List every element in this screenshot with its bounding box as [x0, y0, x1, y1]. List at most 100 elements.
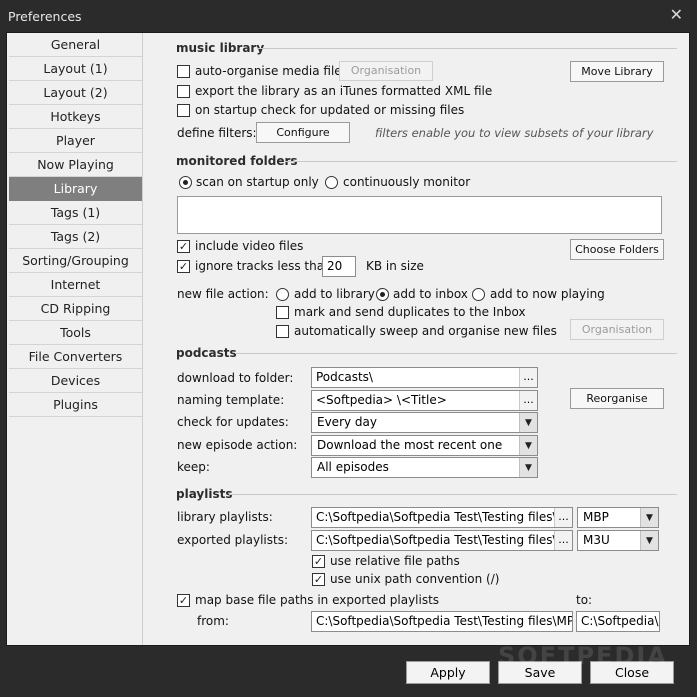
add-to-now-playing-label: add to now playing	[490, 287, 605, 301]
reorganise-button[interactable]: Reorganise	[570, 388, 664, 409]
include-video-checkbox[interactable]: ✓	[177, 240, 190, 253]
kb-in-size-label: KB in size	[366, 259, 424, 273]
add-to-now-playing-radio[interactable]	[472, 288, 485, 301]
naming-template-value: <Softpedia> \<Title>	[316, 393, 447, 407]
sidebar-item-cd-ripping[interactable]: CD Ripping	[9, 297, 142, 321]
move-library-button[interactable]: Move Library	[570, 61, 664, 82]
to-label: to:	[576, 593, 593, 607]
library-settings-panel: music library auto-organise media files …	[145, 33, 689, 645]
define-filters-label: define filters:	[177, 126, 257, 140]
exported-format-value: M3U	[583, 533, 610, 547]
monitored-folders-list[interactable]	[177, 196, 662, 234]
sidebar-item-tags-2[interactable]: Tags (2)	[9, 225, 142, 249]
sweep-organisation-button[interactable]: Organisation	[570, 319, 664, 340]
library-playlists-input[interactable]: C:\Softpedia\Softpedia Test\Testing file…	[311, 507, 573, 528]
sidebar-item-player[interactable]: Player	[9, 129, 142, 153]
sidebar-item-tools[interactable]: Tools	[9, 321, 142, 345]
new-episode-label: new episode action:	[177, 438, 298, 452]
unix-paths-label: use unix path convention (/)	[330, 572, 500, 586]
export-itunes-label: export the library as an iTunes formatte…	[195, 84, 493, 98]
library-playlists-path: C:\Softpedia\Softpedia Test\Testing file…	[316, 510, 573, 524]
close-icon[interactable]: ✕	[670, 5, 683, 24]
sidebar-item-file-converters[interactable]: File Converters	[9, 345, 142, 369]
relative-paths-checkbox[interactable]: ✓	[312, 555, 325, 568]
map-from-input[interactable]: C:\Softpedia\Softpedia Test\Testing file…	[311, 611, 573, 632]
chevron-down-icon: ▼	[519, 436, 537, 455]
new-episode-select[interactable]: Download the most recent one ▼	[311, 435, 538, 456]
music-library-heading: music library	[176, 41, 265, 55]
ignore-tracks-label: ignore tracks less than	[195, 259, 332, 273]
auto-sweep-label: automatically sweep and organise new fil…	[294, 324, 557, 338]
sidebar-item-sorting-grouping[interactable]: Sorting/Grouping	[9, 249, 142, 273]
continuously-monitor-label: continuously monitor	[343, 175, 471, 189]
keep-label: keep:	[177, 460, 210, 474]
map-base-paths-checkbox[interactable]: ✓	[177, 594, 190, 607]
chevron-down-icon: ▼	[519, 458, 537, 477]
library-format-value: MBP	[583, 510, 609, 524]
keep-select[interactable]: All episodes ▼	[311, 457, 538, 478]
sidebar-item-internet[interactable]: Internet	[9, 273, 142, 297]
podcasts-heading: podcasts	[176, 346, 237, 360]
configure-button[interactable]: Configure	[256, 122, 350, 143]
apply-button[interactable]: Apply	[406, 661, 490, 684]
organisation-button[interactable]: Organisation	[339, 61, 433, 81]
chevron-down-icon: ▼	[519, 413, 537, 432]
choose-folders-button[interactable]: Choose Folders	[570, 239, 664, 260]
mark-duplicates-checkbox[interactable]	[276, 306, 289, 319]
chevron-down-icon: ▼	[640, 508, 658, 527]
title-bar: Preferences ✕	[0, 0, 697, 32]
naming-template-input[interactable]: <Softpedia> \<Title> ...	[311, 390, 538, 411]
map-to-input[interactable]: C:\Softpedia\S	[576, 611, 660, 632]
scan-startup-label: scan on startup only	[196, 175, 319, 189]
sidebar-item-tags-1[interactable]: Tags (1)	[9, 201, 142, 225]
unix-paths-checkbox[interactable]: ✓	[312, 573, 325, 586]
window-title: Preferences	[8, 9, 82, 24]
sidebar-item-devices[interactable]: Devices	[9, 369, 142, 393]
exported-playlists-input[interactable]: C:\Softpedia\Softpedia Test\Testing file…	[311, 530, 573, 551]
auto-sweep-checkbox[interactable]	[276, 325, 289, 338]
auto-organise-checkbox[interactable]	[177, 65, 190, 78]
add-to-inbox-label: add to inbox	[393, 287, 468, 301]
sidebar-item-layout-2[interactable]: Layout (2)	[9, 81, 142, 105]
startup-check-checkbox[interactable]	[177, 104, 190, 117]
browse-ellipsis-icon[interactable]: ...	[519, 368, 537, 387]
sidebar-item-hotkeys[interactable]: Hotkeys	[9, 105, 142, 129]
add-to-library-radio[interactable]	[276, 288, 289, 301]
mark-duplicates-label: mark and send duplicates to the Inbox	[294, 305, 526, 319]
section-divider	[235, 353, 677, 354]
ignore-size-input[interactable]: 20	[322, 256, 356, 277]
download-folder-label: download to folder:	[177, 371, 294, 385]
sidebar-item-plugins[interactable]: Plugins	[9, 393, 142, 417]
export-itunes-checkbox[interactable]	[177, 85, 190, 98]
library-playlists-format-select[interactable]: MBP ▼	[577, 507, 659, 528]
new-file-action-label: new file action:	[177, 287, 269, 301]
add-to-library-label: add to library	[294, 287, 375, 301]
map-base-paths-label: map base file paths in exported playlist…	[195, 593, 440, 607]
exported-playlists-format-select[interactable]: M3U ▼	[577, 530, 659, 551]
exported-playlists-path: C:\Softpedia\Softpedia Test\Testing file…	[316, 533, 573, 547]
section-divider	[285, 161, 677, 162]
exported-playlists-ellipsis-icon[interactable]: ...	[554, 531, 572, 550]
sidebar-item-layout-1[interactable]: Layout (1)	[9, 57, 142, 81]
monitored-folders-heading: monitored folders	[176, 154, 298, 168]
library-playlists-ellipsis-icon[interactable]: ...	[554, 508, 572, 527]
add-to-inbox-radio[interactable]	[376, 288, 389, 301]
startup-check-label: on startup check for updated or missing …	[195, 103, 465, 117]
sidebar-item-library[interactable]: Library	[9, 177, 142, 201]
sidebar-item-general[interactable]: General	[9, 33, 142, 57]
download-folder-input[interactable]: Podcasts\ ...	[311, 367, 538, 388]
from-label: from:	[197, 614, 229, 628]
check-updates-label: check for updates:	[177, 415, 289, 429]
section-divider	[257, 48, 677, 49]
scan-startup-radio[interactable]	[179, 176, 192, 189]
check-updates-value: Every day	[317, 415, 377, 429]
continuously-monitor-radio[interactable]	[325, 176, 338, 189]
ignore-tracks-checkbox[interactable]: ✓	[177, 260, 190, 273]
filters-hint: filters enable you to view subsets of yo…	[375, 126, 654, 140]
check-updates-select[interactable]: Every day ▼	[311, 412, 538, 433]
chevron-down-icon: ▼	[640, 531, 658, 550]
library-playlists-label: library playlists:	[177, 510, 273, 524]
section-divider	[229, 494, 677, 495]
template-ellipsis-icon[interactable]: ...	[519, 391, 537, 410]
sidebar-item-now-playing[interactable]: Now Playing	[9, 153, 142, 177]
